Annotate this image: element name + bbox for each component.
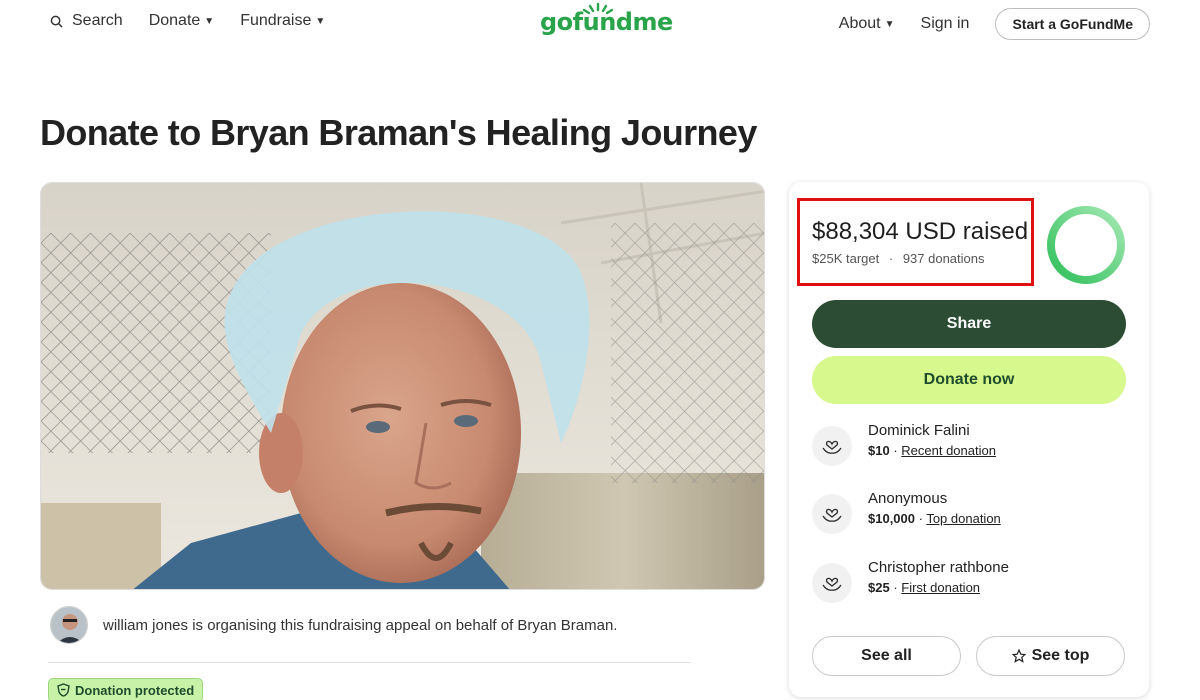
- donor-sep: ·: [889, 580, 902, 595]
- donor-name: Anonymous: [868, 490, 948, 507]
- sign-in-link[interactable]: Sign in: [921, 15, 970, 33]
- share-button[interactable]: Share: [812, 300, 1126, 348]
- chevron-down-icon: ▼: [315, 15, 326, 27]
- see-top-button[interactable]: See top: [976, 636, 1125, 676]
- donation-protected-badge[interactable]: Donation protected: [48, 678, 204, 700]
- donation-count: 937 donations: [902, 251, 985, 266]
- campaign-photo[interactable]: [40, 182, 765, 590]
- organizer-row: william jones is organising this fundrai…: [50, 606, 617, 644]
- about-menu[interactable]: About ▼: [839, 15, 895, 33]
- donor-tag-link[interactable]: First donation: [901, 580, 980, 595]
- site-header: Search Donate ▼ Fundraise ▼ gofundme Abo…: [0, 0, 1200, 46]
- raised-subtext: $25K target · 937 donations: [812, 251, 985, 266]
- donor-amount: $10,000: [868, 511, 915, 526]
- nav-right: About ▼ Sign in Start a GoFundMe: [839, 8, 1150, 40]
- heart-hand-icon: [812, 563, 852, 603]
- see-top-label: See top: [1031, 647, 1090, 664]
- fundraise-menu[interactable]: Fundraise ▼: [240, 12, 325, 30]
- donor-meta: $10 · Recent donation: [868, 443, 996, 458]
- donate-menu-label: Donate: [148, 12, 201, 29]
- heart-hand-icon: [812, 494, 852, 534]
- see-all-button[interactable]: See all: [812, 636, 961, 676]
- donate-menu[interactable]: Donate ▼: [149, 12, 215, 30]
- chevron-down-icon: ▼: [884, 18, 895, 30]
- chevron-down-icon: ▼: [204, 15, 215, 27]
- shield-icon: [57, 683, 70, 697]
- donor-amount: $10: [868, 443, 890, 458]
- search-button[interactable]: Search: [48, 12, 123, 30]
- donor-tag-link[interactable]: Recent donation: [901, 443, 996, 458]
- organizer-avatar[interactable]: [50, 606, 88, 644]
- gofundme-logo[interactable]: gofundme: [540, 8, 673, 36]
- donate-now-button[interactable]: Donate now: [812, 356, 1126, 404]
- donor-item: Anonymous $10,000 · Top donation: [812, 490, 1001, 534]
- donor-name: Dominick Falini: [868, 422, 970, 439]
- search-icon: [48, 13, 64, 29]
- donor-sep: ·: [889, 443, 902, 458]
- donation-sidebar: $88,304 USD raised $25K target · 937 don…: [789, 182, 1149, 697]
- about-menu-label: About: [838, 15, 881, 32]
- progress-ring: [1047, 206, 1125, 284]
- nav-left: Search Donate ▼ Fundraise ▼: [48, 12, 351, 30]
- donor-sep: ·: [915, 511, 927, 526]
- donor-meta: $25 · First donation: [868, 580, 1009, 595]
- donor-item: Christopher rathbone $25 · First donatio…: [812, 559, 1009, 603]
- page-title: Donate to Bryan Braman's Healing Journey: [40, 112, 757, 153]
- donor-name: Christopher rathbone: [868, 559, 1009, 576]
- target-amount: $25K target: [812, 251, 880, 266]
- raised-amount: $88,304 USD raised: [812, 218, 1029, 245]
- donor-tag-link[interactable]: Top donation: [926, 511, 1000, 526]
- donor-item: Dominick Falini $10 · Recent donation: [812, 422, 996, 466]
- heart-hand-icon: [812, 426, 852, 466]
- donor-meta: $10,000 · Top donation: [868, 511, 1001, 526]
- star-icon: [1011, 649, 1026, 663]
- divider: [48, 662, 690, 663]
- separator-dot: ·: [888, 251, 894, 266]
- donor-amount: $25: [868, 580, 890, 595]
- search-label: Search: [72, 12, 123, 29]
- badge-label: Donation protected: [75, 682, 195, 698]
- start-gofundme-button[interactable]: Start a GoFundMe: [995, 8, 1150, 40]
- organizer-text: william jones is organising this fundrai…: [103, 616, 618, 634]
- fundraise-menu-label: Fundraise: [240, 12, 312, 29]
